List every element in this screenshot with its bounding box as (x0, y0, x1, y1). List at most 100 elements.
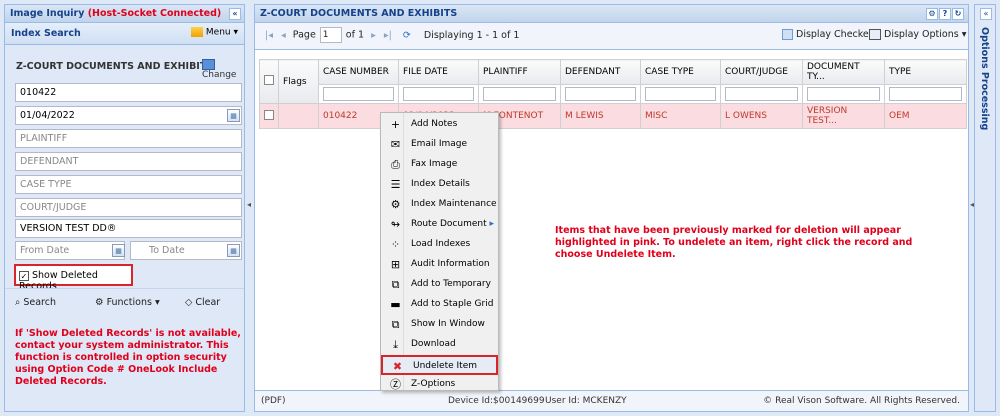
context-menu-item[interactable]: ⁘ Load Indexes (381, 235, 498, 255)
column-header[interactable]: COURT/JUDGE (720, 59, 803, 85)
menu-item-icon: ⁘ (390, 238, 401, 251)
to-date-field[interactable]: To Date ▦ (130, 241, 242, 260)
display-options-button[interactable]: Display Options ▾ (869, 29, 966, 40)
window-tools: ⚙? ↻ (925, 8, 964, 20)
menu-item-icon: ⎙ (391, 158, 400, 171)
help-icon[interactable]: ? (939, 8, 951, 20)
clear-label: Clear (195, 297, 221, 308)
context-menu-item[interactable]: ↬ Route Document ▸ (381, 215, 498, 235)
change-button[interactable]: Change (202, 59, 244, 80)
refresh-grid-icon[interactable]: ⟳ (403, 30, 411, 41)
calendar-icon[interactable]: ▦ (227, 109, 240, 122)
filter-cell[interactable] (720, 84, 803, 104)
menu-item-icon: ▬ (390, 298, 401, 311)
menu-item-icon: Ⓩ (390, 378, 401, 391)
search-field-value: DEFENDANT (20, 156, 79, 167)
select-all-checkbox[interactable] (264, 75, 274, 85)
search-field[interactable]: PLAINTIFF (15, 129, 242, 148)
table-row[interactable]: 010422 01/04/2022 M FONTENOT M LEWIS MIS… (259, 103, 967, 129)
page-input[interactable]: 1 (319, 27, 342, 43)
column-header[interactable]: PLAINTIFF (478, 59, 561, 85)
table-cell: VERSION TEST... (802, 103, 885, 129)
context-menu-item[interactable]: ⤓ Download (381, 335, 498, 355)
menu-icon (190, 27, 203, 37)
column-header[interactable]: DOCUMENT TY... (802, 59, 885, 85)
calendar-icon[interactable]: ▦ (227, 244, 240, 257)
show-deleted-records-checkbox[interactable]: ✓ Show Deleted Records (14, 264, 133, 292)
filter-cell[interactable] (560, 84, 641, 104)
search-button[interactable]: ⌕ Search (15, 297, 56, 308)
options-processing-panel[interactable]: « Options Processing (974, 4, 996, 412)
column-header[interactable]: DEFENDANT (560, 59, 641, 85)
gear-icon[interactable]: ⚙ (926, 8, 938, 20)
row-checkbox[interactable] (264, 109, 274, 120)
table-cell: OEM (884, 103, 967, 129)
prev-page-icon[interactable]: ◂ (281, 30, 286, 41)
page-label: Page (292, 29, 316, 41)
select-all-header[interactable] (259, 59, 279, 104)
next-page-icon[interactable]: ▸ (371, 30, 376, 41)
user-id: User Id: MCKENZY (545, 396, 627, 406)
context-menu-item[interactable]: ✉ Email Image (381, 135, 498, 155)
column-header[interactable]: FILE DATE (398, 59, 479, 85)
context-menu-item[interactable]: ☰ Index Details (381, 175, 498, 195)
search-field[interactable]: VERSION TEST DD® (15, 219, 242, 238)
table-cell: L OWENS (720, 103, 803, 129)
context-menu-item[interactable]: ⚙ Index Maintenance (381, 195, 498, 215)
checkbox-checked-icon[interactable]: ✓ (19, 270, 29, 281)
filter-cell[interactable] (398, 84, 479, 104)
menu-item-icon: ☰ (390, 178, 401, 191)
search-field[interactable]: COURT/JUDGE (15, 198, 242, 217)
search-field[interactable]: DEFENDANT (15, 152, 242, 171)
context-menu-item[interactable]: ⧉ Add to Temporary (381, 275, 498, 295)
menu-item-icon: ✖ (392, 360, 403, 373)
left-splitter-icon[interactable]: ◂ (247, 200, 251, 212)
expand-right-icon[interactable]: « (980, 8, 992, 20)
context-menu-item[interactable]: ⊞ Audit Information (381, 255, 498, 275)
context-menu-item[interactable]: ⧉ Show In Window (381, 315, 498, 335)
filter-cell[interactable] (884, 84, 967, 104)
column-header[interactable]: Flags (278, 59, 319, 104)
menu-item-label: Index Details (411, 179, 470, 189)
menu-item-label: Add to Staple Grid (411, 299, 494, 309)
display-checked-button[interactable]: Display Checked (782, 29, 875, 40)
refresh-icon[interactable]: ↻ (952, 8, 964, 20)
table-cell (278, 103, 319, 129)
filter-cell[interactable] (802, 84, 885, 104)
first-page-icon[interactable]: |◂ (265, 30, 273, 41)
filter-cell[interactable] (640, 84, 721, 104)
filter-cell[interactable] (318, 84, 399, 104)
calendar-icon[interactable]: ▦ (112, 244, 125, 257)
last-page-icon[interactable]: ▸| (384, 30, 392, 41)
context-menu-item[interactable]: + Add Notes (381, 115, 498, 135)
filter-cell[interactable] (478, 84, 561, 104)
context-menu-item[interactable]: ⎙ Fax Image (381, 155, 498, 175)
options-processing-title: Options Processing (979, 27, 990, 131)
grid-header: Z-COURT DOCUMENTS AND EXHIBITS ⚙? ↻ (255, 5, 968, 23)
collapse-left-icon[interactable]: « (229, 8, 241, 20)
search-field[interactable]: 010422 (15, 83, 242, 102)
change-icon (202, 59, 215, 70)
menu-item-icon: ⧉ (391, 318, 400, 331)
menu-item-icon: ⊞ (390, 258, 401, 271)
columns-icon (869, 29, 881, 40)
column-header[interactable]: TYPE (884, 59, 967, 85)
search-field[interactable]: 01/04/2022 ▦ (15, 106, 242, 125)
undelete-instructions: Items that have been previously marked f… (555, 225, 913, 260)
from-date-field[interactable]: From Date ▦ (15, 241, 125, 260)
filter-row (260, 84, 967, 104)
row-select[interactable] (259, 103, 279, 129)
column-header[interactable]: CASE TYPE (640, 59, 721, 85)
context-menu-item[interactable]: ▬ Add to Staple Grid (381, 295, 498, 315)
clear-button[interactable]: ◇ Clear (185, 297, 220, 308)
context-menu-item[interactable]: Ⓩ Z-Options (381, 375, 498, 395)
search-label: Search (23, 297, 56, 308)
menu-item-label: Fax Image (411, 159, 458, 169)
menu-button[interactable]: Menu ▾ (190, 27, 238, 38)
connection-status: (Host-Socket Connected) (87, 8, 222, 19)
search-field[interactable]: CASE TYPE (15, 175, 242, 194)
panel-title: Image Inquiry (10, 8, 88, 19)
column-header[interactable]: CASE NUMBER (318, 59, 399, 85)
context-menu-item[interactable]: ✖ Undelete Item (381, 355, 498, 375)
functions-button[interactable]: ⚙ Functions ▾ (95, 297, 160, 308)
